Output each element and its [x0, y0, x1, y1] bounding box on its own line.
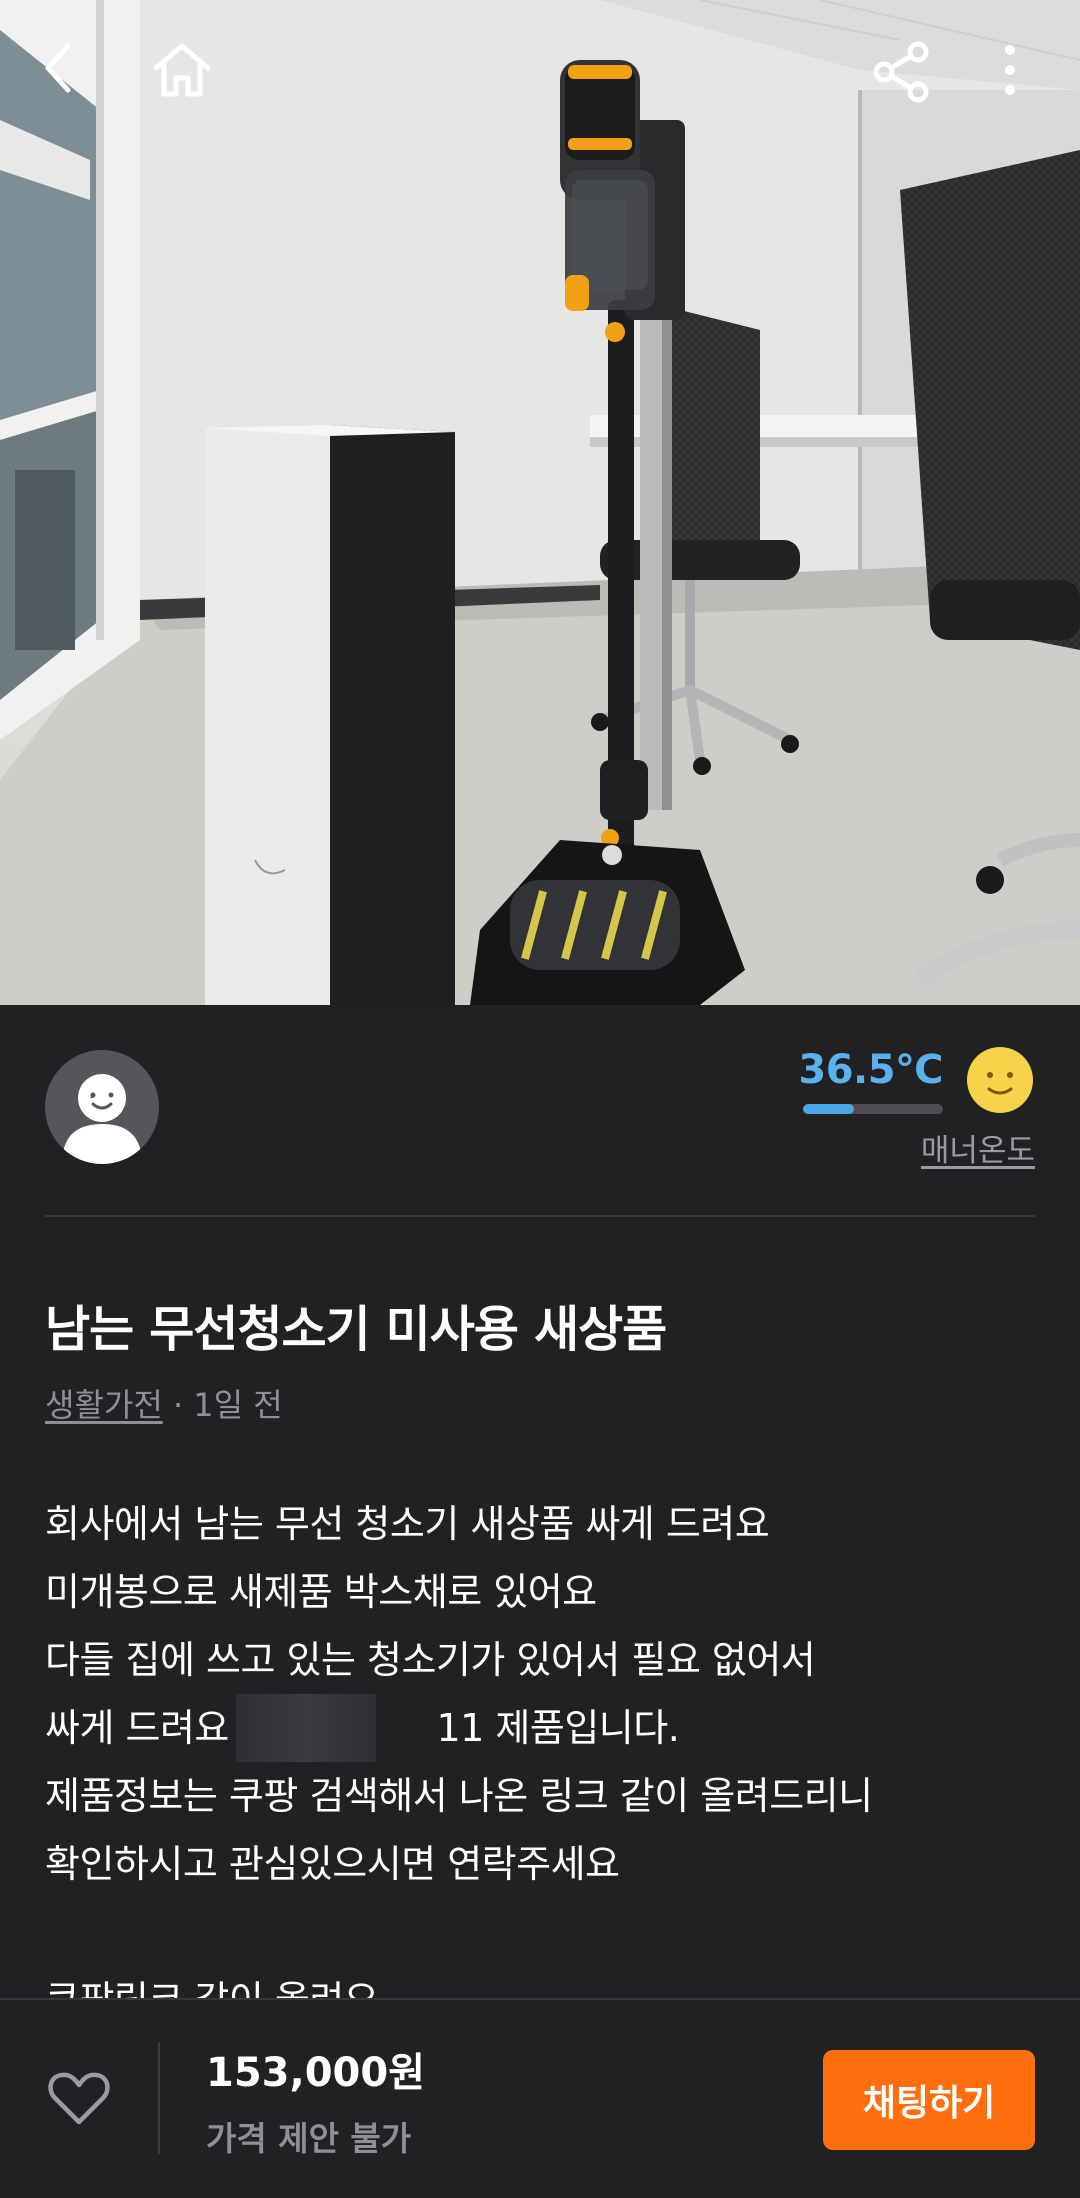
description-blank-line [45, 1898, 1045, 1966]
description-line: 미개봉으로 새제품 박스채로 있어요 [45, 1570, 597, 1614]
price: 153,000원 [206, 2050, 425, 2096]
default-profile-icon [62, 1074, 142, 1164]
share-button[interactable] [870, 40, 954, 124]
back-button[interactable] [38, 40, 122, 124]
divider [45, 1215, 1035, 1217]
redaction-blur [236, 1694, 377, 1762]
description-line: 회사에서 남는 무선 청소기 새상품 싸게 드려요 [45, 1502, 770, 1546]
description-line: 확인하시고 관심있으시면 연락주세요 [45, 1842, 620, 1886]
home-button[interactable] [150, 40, 234, 124]
post-time: · 1일 전 [162, 1386, 283, 1424]
description-line: 싸게 드려요 11 제품입니다. [45, 1694, 1045, 1762]
product-detail-page: 36.5℃ 매너온도 남는 무선청소기 미사용 새상품 생활가전 · 1일 전 … [0, 0, 1080, 2198]
manner-temperature-value: 36.5℃ [798, 1047, 943, 1093]
avatar[interactable] [45, 1050, 159, 1164]
vacuum-photo-illustration [0, 0, 1080, 1005]
description-text: 싸게 드려요 [45, 1706, 241, 1750]
chat-button[interactable]: 채팅하기 [823, 2050, 1035, 2150]
description-text: 11 제품입니다. [436, 1706, 680, 1750]
description-line: 다들 집에 쓰고 있는 청소기가 있어서 필요 없어서 [45, 1638, 816, 1682]
more-button[interactable] [1000, 40, 1080, 124]
category-link[interactable]: 생활가전 [45, 1386, 163, 1424]
post-description: 회사에서 남는 무선 청소기 새상품 싸게 드려요 미개봉으로 새제품 박스채로… [45, 1490, 1045, 2034]
divider [158, 2042, 160, 2154]
manner-temperature-bar [803, 1104, 943, 1114]
manner-temperature-fill [803, 1104, 855, 1114]
bottom-action-bar: 153,000원 가격 제안 불가 채팅하기 [0, 1998, 1080, 2198]
heart-outline-icon [46, 2072, 112, 2136]
like-button[interactable] [46, 2066, 112, 2132]
smiley-face-icon [965, 1045, 1035, 1115]
price-negotiation-status: 가격 제안 불가 [206, 2119, 412, 2158]
seller-profile-row[interactable]: 36.5℃ 매너온도 [0, 1005, 1080, 1217]
post-title: 남는 무선청소기 미사용 새상품 [45, 1301, 667, 1358]
description-line: 제품정보는 쿠팡 검색해서 나온 링크 같이 올려드리니 [45, 1774, 873, 1818]
manner-temperature-label[interactable]: 매너온도 [921, 1125, 1035, 1170]
product-photo[interactable] [0, 0, 1080, 1005]
post-meta: 생활가전 · 1일 전 [45, 1380, 283, 1426]
